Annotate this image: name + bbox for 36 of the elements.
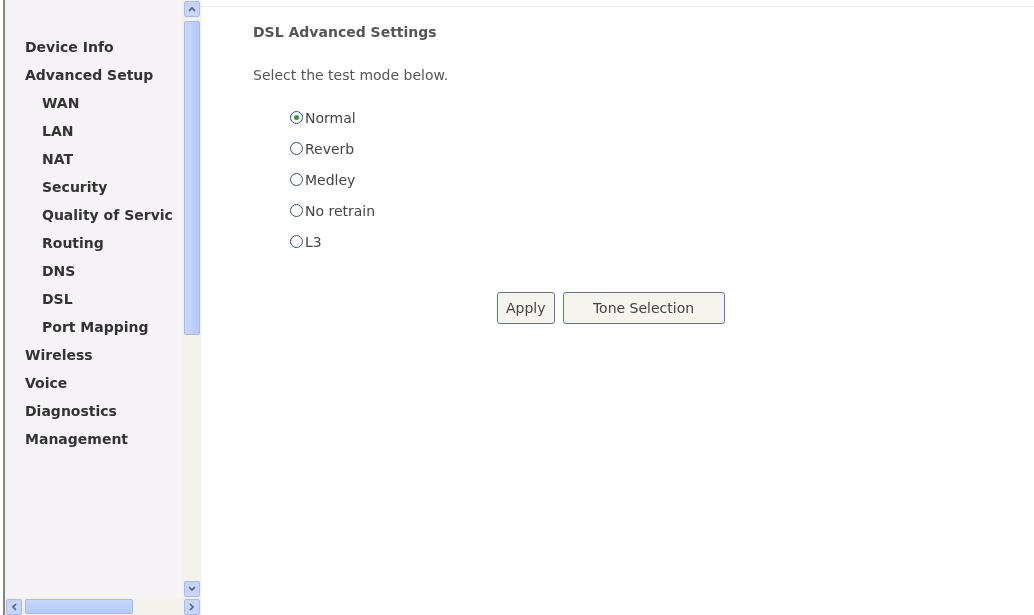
scrollbar-thumb[interactable] <box>184 21 200 335</box>
instruction-text: Select the test mode below. <box>253 67 450 83</box>
nav-item[interactable]: LAN <box>25 117 183 145</box>
test-mode-radio[interactable]: L3 <box>290 231 1034 252</box>
nav-item[interactable]: Diagnostics <box>25 397 183 425</box>
nav-item[interactable]: Routing <box>25 229 183 257</box>
nav-item[interactable]: DNS <box>25 257 183 285</box>
nav-item[interactable]: WAN <box>25 89 183 117</box>
nav-item[interactable]: Quality of Servic <box>25 201 183 229</box>
nav-item[interactable]: NAT <box>25 145 183 173</box>
chevron-right-icon <box>189 602 195 611</box>
vertical-scrollbar[interactable] <box>183 0 201 598</box>
chevron-down-icon <box>188 586 196 592</box>
nav-item[interactable]: Device Info <box>25 33 183 61</box>
nav-item[interactable]: Wireless <box>25 341 183 369</box>
test-mode-radio[interactable]: Normal <box>290 107 1034 128</box>
nav-item[interactable]: DSL <box>25 285 183 313</box>
chevron-up-icon <box>188 6 196 12</box>
scrollbar-thumb[interactable] <box>25 599 133 614</box>
test-mode-radio[interactable]: Medley <box>290 169 1034 190</box>
test-mode-radio[interactable]: No retrain <box>290 200 1034 221</box>
apply-button[interactable]: Apply <box>497 292 555 324</box>
page-title: DSL Advanced Settings <box>253 24 438 40</box>
nav-item[interactable]: Advanced Setup <box>25 61 183 89</box>
nav-item[interactable]: Security <box>25 173 183 201</box>
scroll-up-button[interactable] <box>184 1 200 17</box>
test-mode-radio[interactable]: Reverb <box>290 138 1034 159</box>
scroll-left-button[interactable] <box>6 598 22 615</box>
scroll-down-button[interactable] <box>184 581 200 597</box>
tone-selection-button[interactable]: Tone Selection <box>562 292 725 324</box>
scroll-right-button[interactable] <box>184 598 200 615</box>
nav-item[interactable]: Voice <box>25 369 183 397</box>
horizontal-scrollbar[interactable] <box>5 598 201 615</box>
nav-item[interactable]: Management <box>25 425 183 453</box>
chevron-left-icon <box>11 602 17 611</box>
nav-item[interactable]: Port Mapping <box>25 313 183 341</box>
